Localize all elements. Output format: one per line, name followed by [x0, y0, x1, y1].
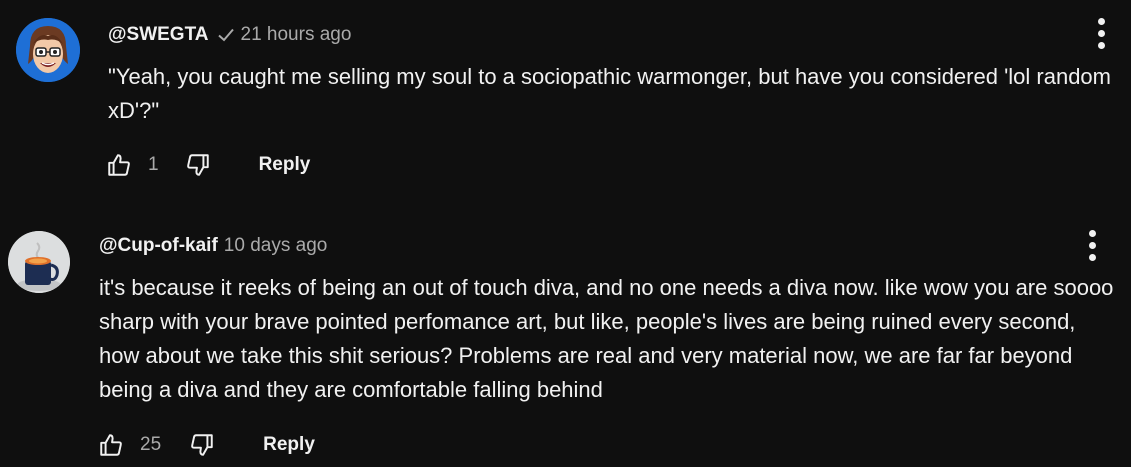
comment-timestamp[interactable]: 10 days ago — [224, 235, 328, 257]
comment-header: @Cup-of-kaif 10 days ago — [99, 233, 327, 259]
avatar[interactable] — [16, 18, 80, 82]
author-handle[interactable]: @Cup-of-kaif — [99, 235, 218, 257]
dislike-button[interactable] — [183, 150, 213, 180]
reply-button[interactable]: Reply — [263, 434, 315, 456]
avatar[interactable] — [8, 231, 70, 293]
like-count: 1 — [148, 154, 159, 175]
kebab-menu-icon — [1097, 17, 1105, 25]
more-actions-button[interactable] — [1080, 225, 1104, 265]
cartoon-face-avatar-icon — [16, 18, 80, 82]
checkmark-icon — [217, 26, 235, 44]
comment-header: @SWEGTA 21 hours ago — [108, 22, 351, 48]
thumbs-up-icon — [108, 154, 130, 176]
comment-text: it's because it reeks of being an out of… — [99, 275, 1114, 402]
thumbs-down-icon — [186, 154, 209, 176]
comment-timestamp[interactable]: 21 hours ago — [241, 24, 352, 46]
comment-thread-item: @SWEGTA 21 hours ago "Yeah, you caught m… — [0, 0, 1131, 200]
like-button[interactable] — [96, 430, 126, 460]
comment-thread-item: @Cup-of-kaif 10 days ago it's because it… — [0, 220, 1131, 467]
thumbs-up-icon — [100, 434, 122, 456]
thumbs-down-icon — [191, 434, 213, 456]
comment-actions: 25 Reply — [96, 425, 315, 465]
like-button[interactable] — [104, 150, 134, 180]
more-actions-button[interactable] — [1089, 13, 1113, 53]
reply-button[interactable]: Reply — [259, 154, 311, 176]
kebab-menu-icon — [1088, 229, 1096, 237]
like-count: 25 — [140, 434, 162, 455]
kebab-dot — [1097, 41, 1105, 49]
comment-text: "Yeah, you caught me selling my soul to … — [108, 64, 1111, 123]
kebab-dot — [1088, 253, 1096, 261]
dislike-button[interactable] — [187, 430, 217, 460]
kebab-dot — [1097, 29, 1105, 37]
coffee-mug-avatar-icon — [8, 231, 70, 293]
comment-actions: 1 Reply — [104, 145, 310, 185]
kebab-dot — [1088, 241, 1096, 249]
author-handle[interactable]: @SWEGTA — [108, 24, 209, 46]
